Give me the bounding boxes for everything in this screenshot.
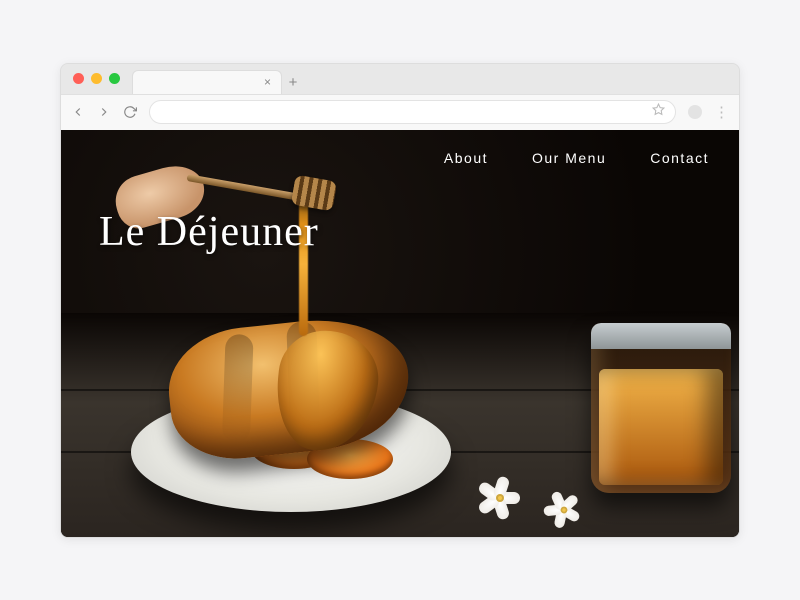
- hero-honey-jar: [591, 323, 731, 493]
- nav-link-about[interactable]: About: [444, 150, 488, 166]
- site-logo-text: Le Déjeuner: [99, 208, 319, 256]
- reload-button[interactable]: [123, 105, 137, 119]
- address-bar[interactable]: [149, 100, 676, 124]
- hero-image: [61, 130, 739, 537]
- forward-button[interactable]: [97, 105, 111, 119]
- window-controls: [73, 73, 120, 84]
- nav-link-contact[interactable]: Contact: [650, 150, 709, 166]
- browser-tab[interactable]: ×: [132, 70, 282, 94]
- back-button[interactable]: [71, 105, 85, 119]
- new-tab-button[interactable]: +: [282, 74, 304, 94]
- browser-tabbar: × +: [132, 64, 727, 94]
- close-window-button[interactable]: [73, 73, 84, 84]
- browser-toolbar: ⋮: [61, 94, 739, 130]
- minimize-window-button[interactable]: [91, 73, 102, 84]
- hero-flower: [477, 477, 523, 519]
- nav-link-menu[interactable]: Our Menu: [532, 150, 606, 166]
- close-tab-icon[interactable]: ×: [264, 75, 271, 89]
- bookmark-icon[interactable]: [652, 103, 665, 121]
- hero-honey-dipper-head: [291, 174, 338, 211]
- profile-avatar[interactable]: [688, 105, 702, 119]
- browser-titlebar: × +: [61, 64, 739, 94]
- site-nav: About Our Menu Contact: [444, 150, 709, 166]
- browser-menu-button[interactable]: ⋮: [714, 103, 729, 121]
- browser-window: × + ⋮: [60, 63, 740, 538]
- maximize-window-button[interactable]: [109, 73, 120, 84]
- page-viewport: About Our Menu Contact Le Déjeuner: [61, 130, 739, 537]
